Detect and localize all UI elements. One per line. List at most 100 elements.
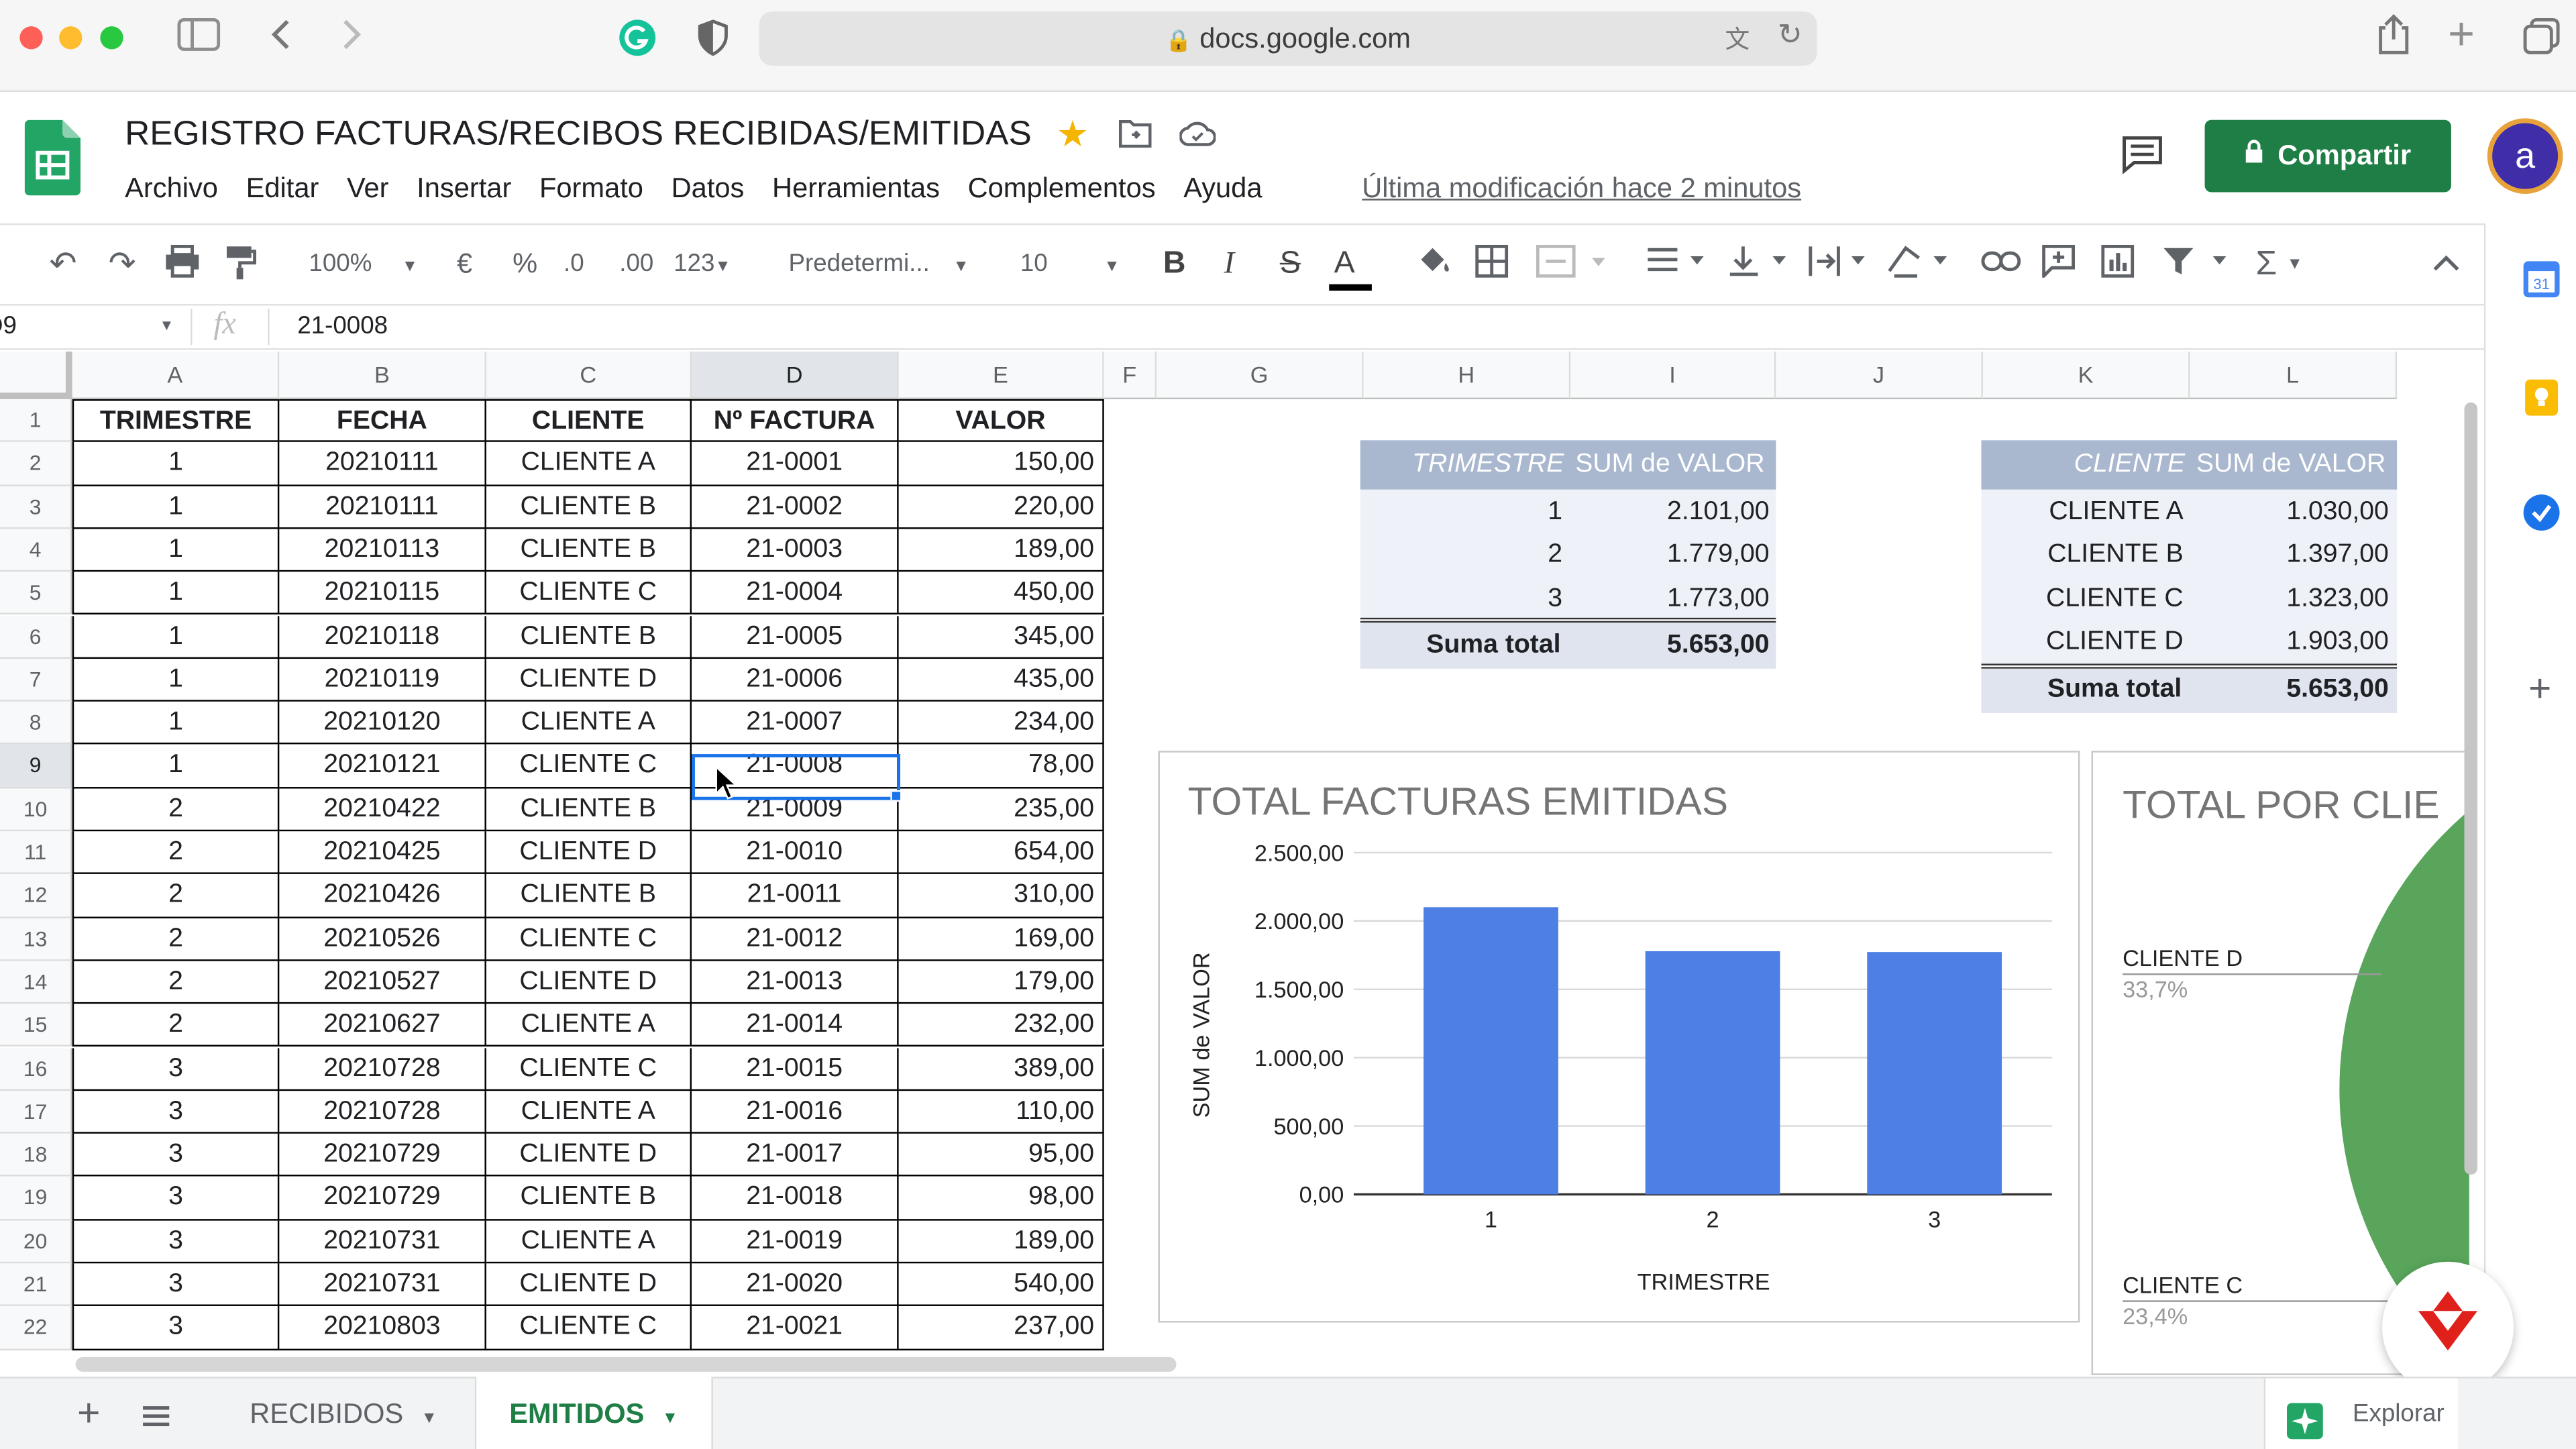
table-cell[interactable]: CLIENTE A (486, 1220, 692, 1264)
zoom-window-button[interactable] (100, 26, 123, 50)
table-cell[interactable]: CLIENTE A (486, 442, 692, 486)
fill-color-icon[interactable] (1416, 245, 1452, 289)
decrease-decimals-button[interactable]: .0 (564, 245, 584, 284)
row-header[interactable]: 2 (0, 442, 72, 486)
column-header-f[interactable]: F (1104, 352, 1157, 400)
font-select[interactable]: Predetermi... ▼ (789, 245, 969, 288)
vertical-scrollbar[interactable] (2464, 402, 2478, 1175)
undo-icon[interactable]: ↶ (49, 245, 76, 284)
table-cell[interactable]: 21-0019 (692, 1220, 899, 1264)
table-cell[interactable]: 2 (72, 831, 280, 875)
table-cell[interactable]: 179,00 (898, 961, 1104, 1004)
table-cell[interactable]: 20210527 (279, 961, 486, 1004)
percent-format-button[interactable]: % (513, 245, 537, 284)
table-cell[interactable]: 21-0021 (692, 1306, 899, 1350)
grammarly-extension-icon[interactable] (618, 18, 657, 67)
chevron-down-icon[interactable]: ▼ (662, 1409, 678, 1428)
pivot-row-label[interactable]: 1 (1360, 491, 1562, 534)
select-all-corner[interactable] (0, 352, 72, 400)
share-icon[interactable] (2375, 13, 2412, 66)
table-cell[interactable]: CLIENTE B (486, 485, 692, 529)
table-cell[interactable]: 189,00 (898, 1220, 1104, 1264)
table-cell[interactable]: 20210729 (279, 1177, 486, 1220)
row-header[interactable]: 17 (0, 1090, 72, 1134)
avatar[interactable]: a (2487, 118, 2563, 194)
row-header[interactable]: 5 (0, 572, 72, 616)
column-header-c[interactable]: C (486, 352, 692, 400)
table-cell[interactable]: 21-0020 (692, 1263, 899, 1307)
pivot-row-label[interactable]: CLIENTE D (1981, 621, 2184, 663)
strikethrough-button[interactable]: S (1280, 245, 1301, 284)
table-cell[interactable]: 3 (72, 1134, 280, 1177)
menu-complementos[interactable]: Complementos (968, 172, 1156, 205)
pivot-row-value[interactable]: 2.101,00 (1567, 491, 1770, 534)
table-cell[interactable]: 169,00 (898, 917, 1104, 961)
row-header[interactable]: 13 (0, 917, 72, 961)
reload-icon[interactable]: ↻ (1778, 18, 1803, 52)
table-cell[interactable]: 220,00 (898, 485, 1104, 529)
pivot-row-value[interactable]: 1.030,00 (2188, 491, 2389, 534)
insert-link-icon[interactable] (1981, 245, 2021, 284)
tasks-icon[interactable] (2522, 493, 2561, 541)
table-cell[interactable]: CLIENTE C (486, 1306, 692, 1350)
table-cell[interactable]: 20210120 (279, 701, 486, 745)
column-header-h[interactable]: H (1363, 352, 1571, 400)
table-cell[interactable]: 21-0018 (692, 1177, 899, 1220)
horizontal-scrollbar[interactable] (75, 1356, 1177, 1372)
functions-icon[interactable]: Σ ▼ (2255, 245, 2302, 285)
redo-icon[interactable]: ↷ (109, 245, 136, 284)
table-cell[interactable]: 189,00 (898, 529, 1104, 572)
table-cell[interactable]: CLIENTE C (486, 745, 692, 788)
table-cell[interactable]: 3 (72, 1263, 280, 1307)
row-header[interactable]: 18 (0, 1134, 72, 1177)
table-cell[interactable]: CLIENTE B (486, 874, 692, 918)
menu-formato[interactable]: Formato (539, 172, 643, 205)
font-size-select[interactable]: 10 ▼ (1020, 245, 1120, 288)
pivot-row-value[interactable]: 1.779,00 (1567, 535, 1770, 578)
menu-editar[interactable]: Editar (246, 172, 319, 205)
table-cell[interactable]: 20210113 (279, 529, 486, 572)
table-cell[interactable]: 78,00 (898, 745, 1104, 788)
table-cell[interactable]: 540,00 (898, 1263, 1104, 1307)
menu-ayuda[interactable]: Ayuda (1183, 172, 1262, 205)
table-cell[interactable]: 20210728 (279, 1047, 486, 1091)
comments-icon[interactable] (2121, 135, 2164, 182)
zoom-select[interactable]: 100% ▼ (309, 245, 418, 288)
pivot-row-label[interactable]: CLIENTE C (1981, 578, 2184, 621)
tab-overview-icon[interactable] (2522, 16, 2561, 65)
table-cell[interactable]: 21-0007 (692, 701, 899, 745)
row-header[interactable]: 19 (0, 1177, 72, 1220)
table-cell[interactable]: 98,00 (898, 1177, 1104, 1220)
close-window-button[interactable] (19, 26, 43, 50)
table-cell[interactable]: CLIENTE B (486, 529, 692, 572)
row-header[interactable]: 21 (0, 1263, 72, 1307)
table-cell[interactable]: 389,00 (898, 1047, 1104, 1091)
add-sheet-icon[interactable]: + (77, 1391, 100, 1438)
table-cell[interactable]: CLIENTE C (486, 572, 692, 616)
column-header-d[interactable]: D (692, 352, 899, 400)
table-cell[interactable]: 20210111 (279, 442, 486, 486)
table-cell[interactable]: 20210118 (279, 615, 486, 659)
insert-comment-icon[interactable] (2042, 244, 2076, 289)
table-cell[interactable]: 95,00 (898, 1134, 1104, 1177)
sheets-logo-icon[interactable] (24, 119, 81, 204)
more-formats-select[interactable]: 123▼ (674, 245, 731, 288)
pivot-row-value[interactable]: 1.773,00 (1567, 578, 1770, 621)
table-cell[interactable]: 20210731 (279, 1220, 486, 1264)
table-cell[interactable]: CLIENTE A (486, 1004, 692, 1048)
explore-button[interactable]: Explorar (2263, 1378, 2458, 1449)
table-cell[interactable]: 1 (72, 615, 280, 659)
table-cell[interactable]: CLIENTE C (486, 917, 692, 961)
table-header-cell[interactable]: FECHA (279, 399, 486, 443)
table-cell[interactable]: 3 (72, 1047, 280, 1091)
table-cell[interactable]: 20210728 (279, 1090, 486, 1134)
column-header-a[interactable]: A (72, 352, 280, 400)
row-header[interactable]: 12 (0, 874, 72, 918)
tab-recibidos[interactable]: RECIBIDOS ▼ (223, 1379, 473, 1449)
translate-icon[interactable]: ⽂ (1725, 21, 1750, 56)
name-box[interactable]: D9 (0, 312, 17, 340)
text-wrap-icon[interactable] (1807, 245, 1870, 289)
menu-archivo[interactable]: Archivo (125, 172, 218, 205)
italic-button[interactable]: I (1224, 245, 1234, 284)
column-header-k[interactable]: K (1982, 352, 2190, 400)
